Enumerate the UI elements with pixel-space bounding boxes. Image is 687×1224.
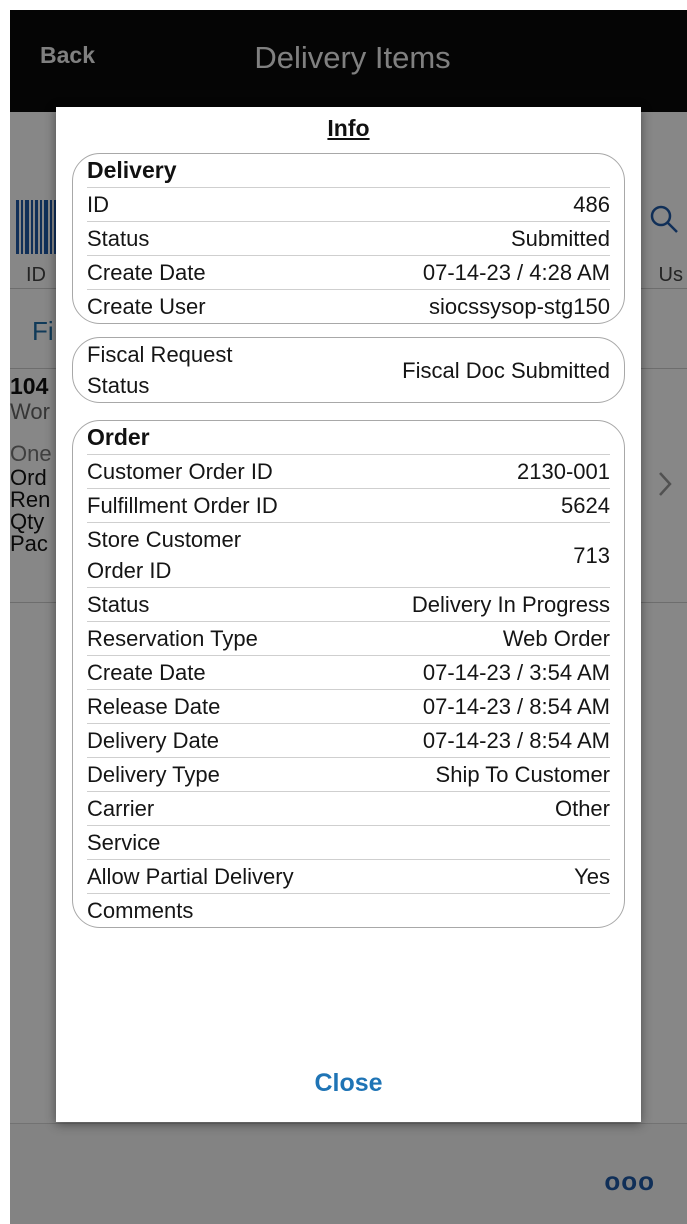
info-row: Customer Order ID 2130-001: [87, 455, 610, 489]
info-row: Reservation Type Web Order: [87, 622, 610, 656]
delivery-section: Delivery ID 486 Status Submitted Create Da…: [72, 153, 625, 324]
row-label: Carrier: [87, 796, 155, 821]
info-row: Delivery Date 07-14-23 / 8:54 AM: [87, 724, 610, 758]
row-value: 07-14-23 / 8:54 AM: [422, 728, 610, 753]
info-row: Store Customer Order ID 713: [87, 523, 610, 588]
fiscal-section: Fiscal Request Status Fiscal Doc Submitte…: [72, 337, 625, 403]
row-value: Delivery In Progress: [411, 592, 610, 617]
row-label: Delivery Type: [87, 762, 220, 787]
info-row: Fiscal Request Status Fiscal Doc Submitte…: [87, 338, 610, 402]
info-row: Allow Partial Delivery Yes: [87, 860, 610, 894]
info-row: Delivery Type Ship To Customer: [87, 758, 610, 792]
row-value: 486: [573, 192, 610, 217]
info-row: Status Submitted: [87, 222, 610, 256]
row-value: siocssysop-stg150: [429, 294, 610, 319]
info-row: Fulfillment Order ID 5624: [87, 489, 610, 523]
row-value: Web Order: [502, 626, 610, 651]
row-label: Status: [87, 592, 150, 617]
row-value: 2130-001: [517, 459, 610, 484]
info-row: Release Date 07-14-23 / 8:54 AM: [87, 690, 610, 724]
row-value: Fiscal Doc Submitted: [402, 357, 610, 383]
row-value: 5624: [561, 493, 610, 518]
row-label: ID: [87, 192, 109, 217]
info-row: Carrier Other: [87, 792, 610, 826]
row-value: 713: [573, 542, 610, 568]
row-value: 07-14-23 / 3:54 AM: [422, 660, 610, 685]
row-label: Status: [87, 226, 150, 251]
section-header: Delivery: [87, 154, 610, 188]
section-header: Order: [87, 421, 610, 455]
info-row: Create Date 07-14-23 / 3:54 AM: [87, 656, 610, 690]
row-label: Store Customer Order ID: [87, 527, 242, 583]
row-label: Allow Partial Delivery: [87, 864, 294, 889]
info-row: Create User siocssysop-stg150: [87, 290, 610, 323]
row-value: Ship To Customer: [435, 762, 610, 787]
row-value: 07-14-23 / 4:28 AM: [422, 260, 610, 285]
row-label: Fulfillment Order ID: [87, 493, 278, 518]
info-dialog: Info Delivery ID 486 Status Submitted Crea…: [56, 107, 641, 1122]
row-label: Create Date: [87, 660, 206, 685]
row-label: Fiscal Request Status: [87, 342, 233, 398]
row-label: Release Date: [87, 694, 221, 719]
info-row: Comments: [87, 894, 610, 927]
dialog-title: Info: [327, 115, 370, 141]
info-row: Status Delivery In Progress: [87, 588, 610, 622]
row-label: Create User: [87, 294, 206, 319]
info-row: Service: [87, 826, 610, 860]
row-value: 07-14-23 / 8:54 AM: [422, 694, 610, 719]
order-section: Order Customer Order ID 2130-001 Fulfillm…: [72, 420, 625, 928]
row-label: Delivery Date: [87, 728, 220, 753]
row-value: Other: [554, 796, 610, 821]
info-row: Create Date 07-14-23 / 4:28 AM: [87, 256, 610, 290]
row-label: Service: [87, 830, 161, 855]
row-label: Reservation Type: [87, 626, 258, 651]
row-label: Customer Order ID: [87, 459, 273, 484]
row-label: Create Date: [87, 260, 206, 285]
row-label: Comments: [87, 898, 194, 923]
info-row: ID 486: [87, 188, 610, 222]
close-button[interactable]: Close: [56, 1069, 641, 1098]
row-value: Submitted: [510, 226, 610, 251]
row-value: Yes: [574, 864, 610, 889]
